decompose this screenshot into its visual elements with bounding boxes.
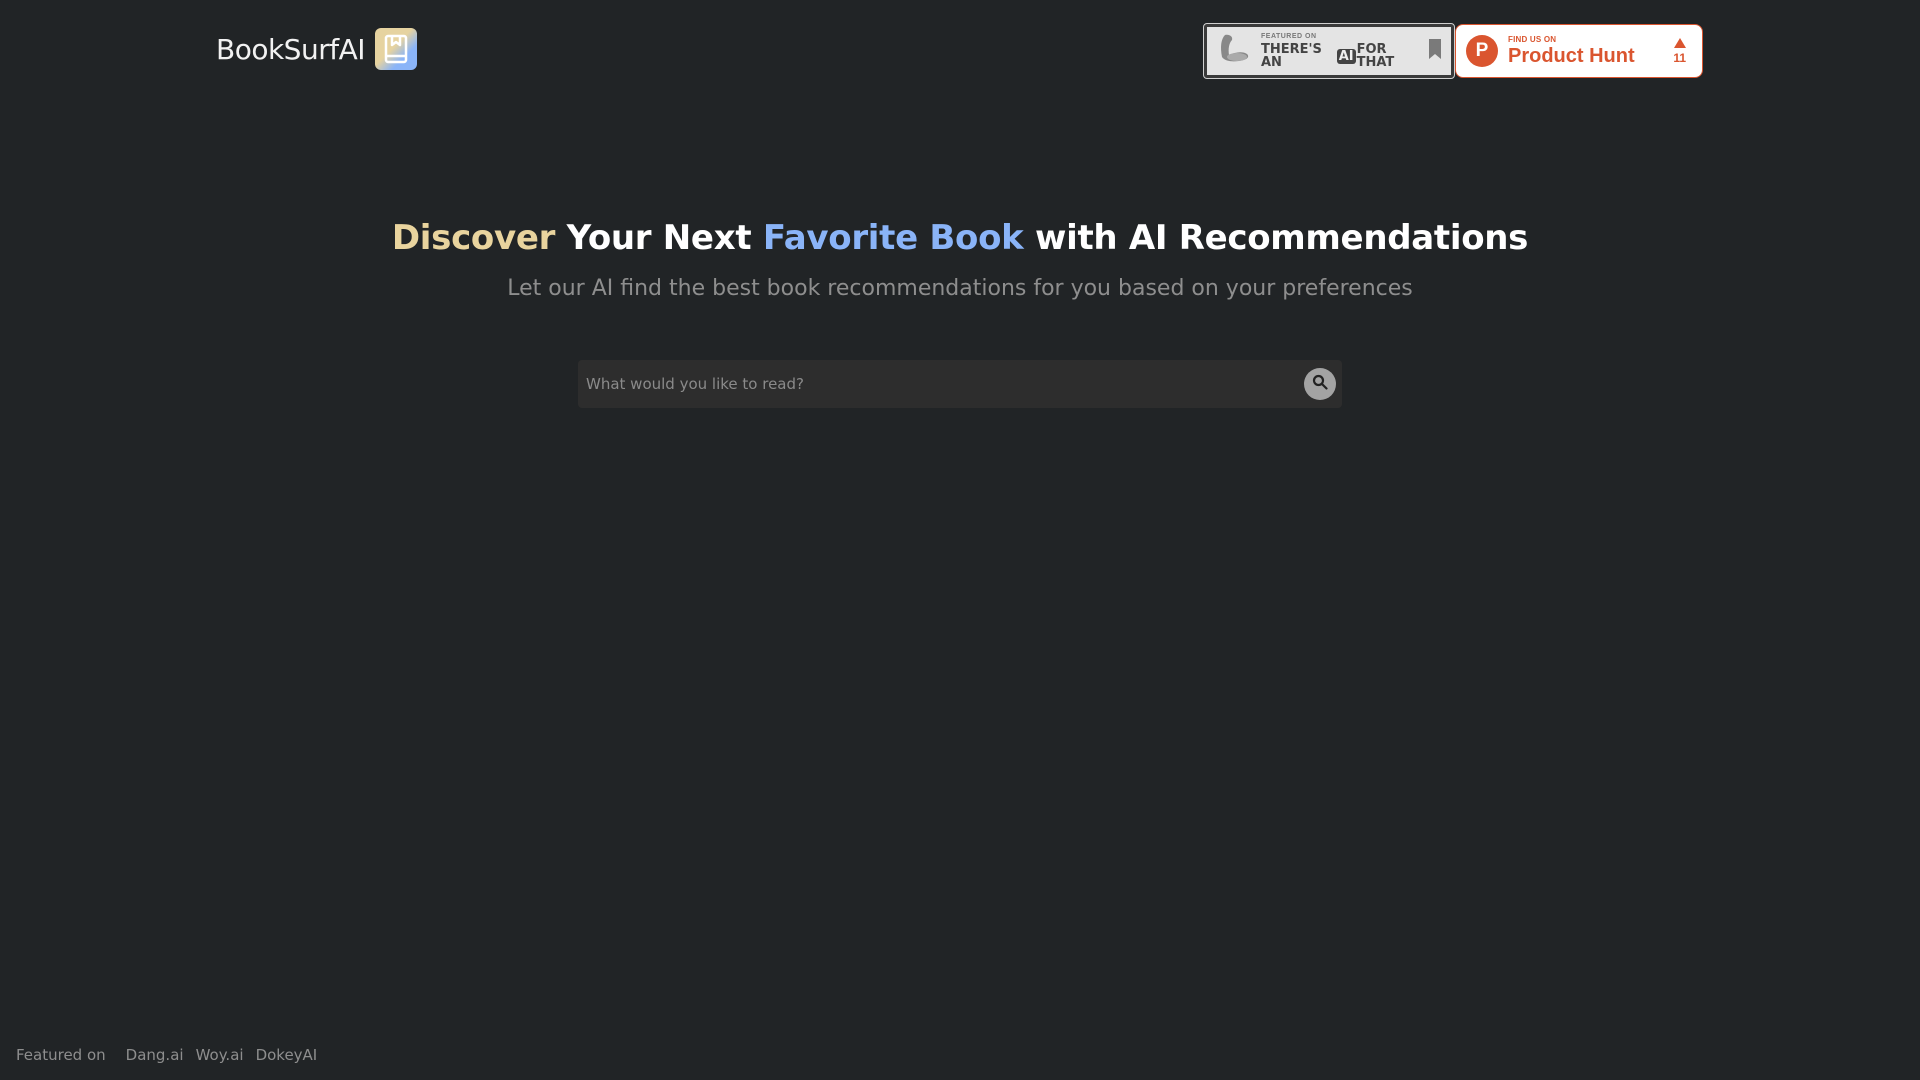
ph-big-text: Product Hunt bbox=[1508, 45, 1635, 67]
title-part-2: Your Next bbox=[555, 218, 763, 258]
search-button[interactable] bbox=[1304, 368, 1336, 400]
ph-small-text: FIND US ON bbox=[1508, 35, 1557, 44]
taaft-post: FOR THAT bbox=[1356, 42, 1395, 70]
ph-vote-count: 11 bbox=[1673, 51, 1686, 65]
hero-subtitle: Let our AI find the best book recommenda… bbox=[507, 276, 1413, 301]
theres-an-ai-for-that-badge[interactable]: FEATURED ON THERE'S AN AI FOR THAT bbox=[1203, 23, 1455, 79]
footer-link-dang[interactable]: Dang.ai bbox=[126, 1046, 184, 1064]
title-part-4: with AI Recommendations bbox=[1023, 218, 1529, 258]
search-input[interactable] bbox=[586, 375, 1304, 393]
book-bookmark-icon bbox=[375, 28, 417, 70]
product-hunt-badge[interactable]: P FIND US ON Product Hunt 11 bbox=[1455, 24, 1703, 78]
flexed-arm-icon bbox=[1217, 31, 1251, 72]
product-hunt-logo-icon: P bbox=[1466, 35, 1498, 67]
taaft-small-text: FEATURED ON bbox=[1261, 33, 1317, 40]
footer: Featured on Dang.ai Woy.ai DokeyAI bbox=[16, 1046, 317, 1064]
hero-title: Discover Your Next Favorite Book with AI… bbox=[0, 218, 1920, 258]
ph-votes: 11 bbox=[1673, 38, 1686, 64]
title-discover: Discover bbox=[391, 218, 556, 258]
brand-name[interactable]: BookSurfAI bbox=[216, 33, 366, 66]
hero: Discover Your Next Favorite Book with AI… bbox=[0, 218, 1920, 301]
search-icon bbox=[1312, 374, 1328, 395]
title-favorite-book: Favorite Book bbox=[762, 218, 1024, 258]
search-bar bbox=[578, 360, 1342, 408]
footer-link-dokey[interactable]: DokeyAI bbox=[256, 1046, 318, 1064]
taaft-pre: THERE'S AN bbox=[1261, 42, 1322, 70]
taaft-big-text: THERE'S AN AI FOR THAT bbox=[1261, 43, 1419, 69]
bookmark-icon bbox=[1429, 38, 1441, 64]
upvote-arrow-icon bbox=[1673, 38, 1686, 48]
brand[interactable]: BookSurfAI bbox=[216, 28, 417, 70]
taaft-ai: AI bbox=[1336, 48, 1356, 64]
featured-on-label: Featured on bbox=[16, 1046, 106, 1064]
footer-link-woy[interactable]: Woy.ai bbox=[196, 1046, 244, 1064]
header: BookSurfAI FEATURED ON THERE'S AN AI FOR… bbox=[0, 0, 1920, 100]
